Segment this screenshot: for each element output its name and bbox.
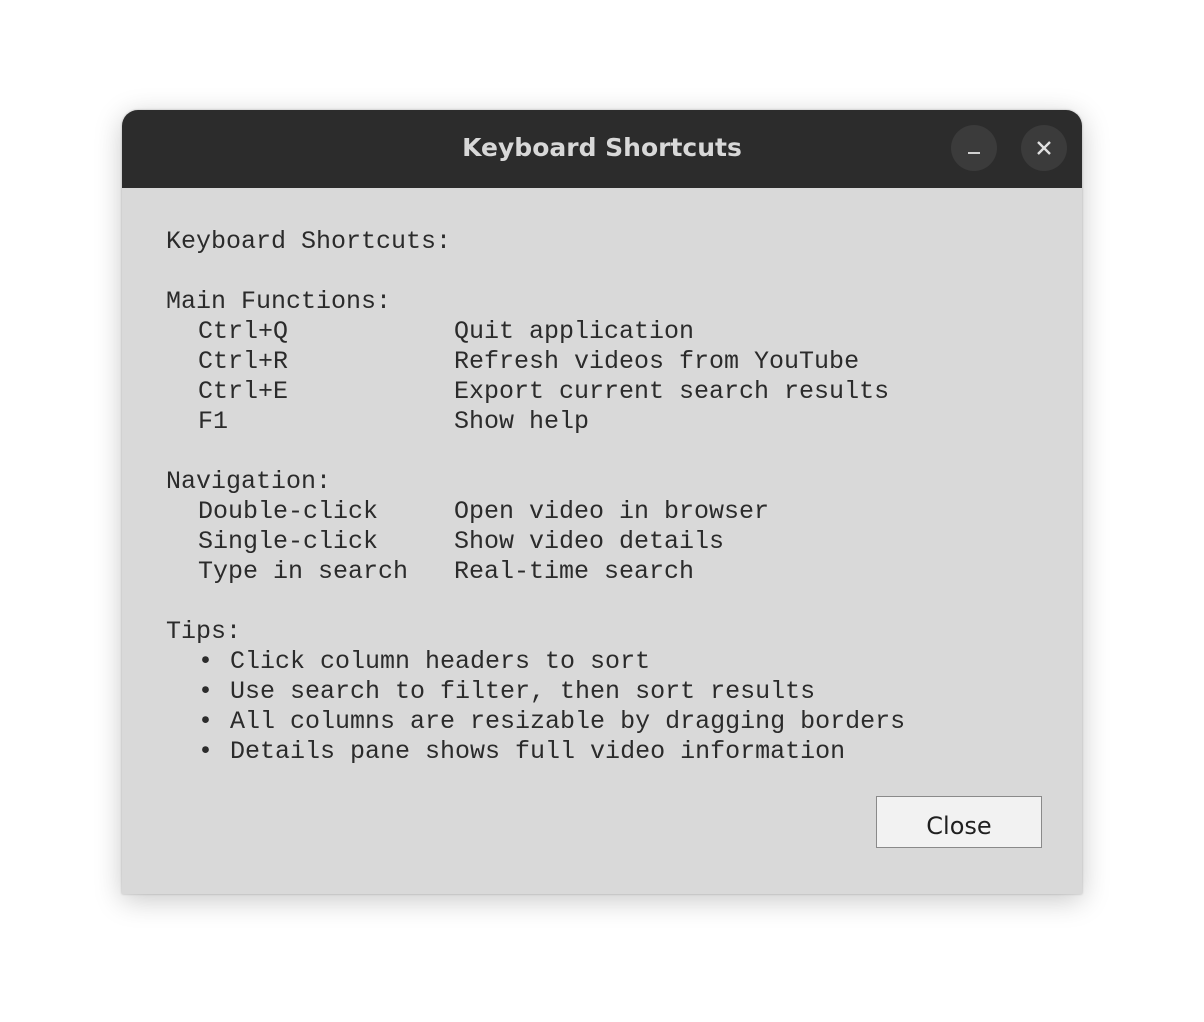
tip-item: • Details pane shows full video informati… <box>166 737 1046 767</box>
window-close-button[interactable] <box>1021 125 1067 171</box>
shortcut-row: Ctrl+R Refresh videos from YouTube <box>166 347 1046 377</box>
titlebar[interactable]: Keyboard Shortcuts <box>122 110 1082 188</box>
shortcut-description: Quit application <box>454 317 695 346</box>
bullet-icon: • <box>198 647 214 676</box>
shortcut-description: Show video details <box>454 527 725 556</box>
tip-text: Click column headers to sort <box>230 647 651 676</box>
close-button[interactable]: Close <box>876 796 1042 848</box>
tip-text: Use search to filter, then sort results <box>230 677 816 706</box>
shortcut-row: Type in search Real-time search <box>166 557 1046 587</box>
shortcut-key: F1 <box>198 407 229 436</box>
tips-header: Tips: <box>166 617 242 646</box>
minimize-button[interactable] <box>951 125 997 171</box>
window-title: Keyboard Shortcuts <box>462 133 742 162</box>
tip-item: • Click column headers to sort <box>166 647 1046 677</box>
shortcut-row: Double-click Open video in browser <box>166 497 1046 527</box>
shortcuts-text: Keyboard Shortcuts: Main Functions: Ctrl… <box>166 227 1046 767</box>
close-icon <box>1037 141 1051 155</box>
dialog-window: Keyboard Shortcuts Keyboard Shortcuts: M… <box>122 110 1082 894</box>
main-functions-header: Main Functions: <box>166 287 392 316</box>
navigation-header: Navigation: <box>166 467 332 496</box>
shortcut-key: Single-click <box>198 527 379 556</box>
shortcut-description: Show help <box>454 407 590 436</box>
bullet-icon: • <box>198 707 214 736</box>
shortcut-row: Single-click Show video details <box>166 527 1046 557</box>
tip-text: All columns are resizable by dragging bo… <box>230 707 906 736</box>
shortcut-key: Double-click <box>198 497 379 526</box>
shortcut-row: F1 Show help <box>166 407 1046 437</box>
shortcut-key: Type in search <box>198 557 409 586</box>
shortcut-row: Ctrl+E Export current search results <box>166 377 1046 407</box>
tip-item: • Use search to filter, then sort results <box>166 677 1046 707</box>
minimize-icon <box>968 152 980 154</box>
shortcut-key: Ctrl+R <box>198 347 289 376</box>
shortcut-description: Export current search results <box>454 377 890 406</box>
shortcut-key: Ctrl+E <box>198 377 289 406</box>
shortcut-key: Ctrl+Q <box>198 317 289 346</box>
bullet-icon: • <box>198 677 214 706</box>
shortcut-description: Refresh videos from YouTube <box>454 347 860 376</box>
bullet-icon: • <box>198 737 214 766</box>
shortcuts-heading: Keyboard Shortcuts: <box>166 227 452 256</box>
tip-item: • All columns are resizable by dragging b… <box>166 707 1046 737</box>
shortcut-description: Open video in browser <box>454 497 770 526</box>
shortcut-row: Ctrl+Q Quit application <box>166 317 1046 347</box>
shortcut-description: Real-time search <box>454 557 695 586</box>
tip-text: Details pane shows full video informatio… <box>230 737 846 766</box>
